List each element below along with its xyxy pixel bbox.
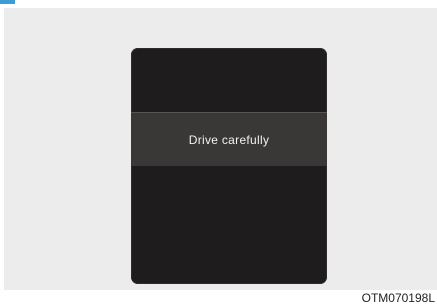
- warning-message: Drive carefully: [188, 132, 270, 147]
- message-band: Drive carefully: [131, 112, 327, 166]
- figure-code: OTM070198L: [361, 291, 435, 305]
- illustration-panel: Drive carefully: [4, 8, 437, 290]
- corner-accent-tab: [0, 0, 15, 4]
- cluster-display-screen: Drive carefully: [131, 48, 327, 284]
